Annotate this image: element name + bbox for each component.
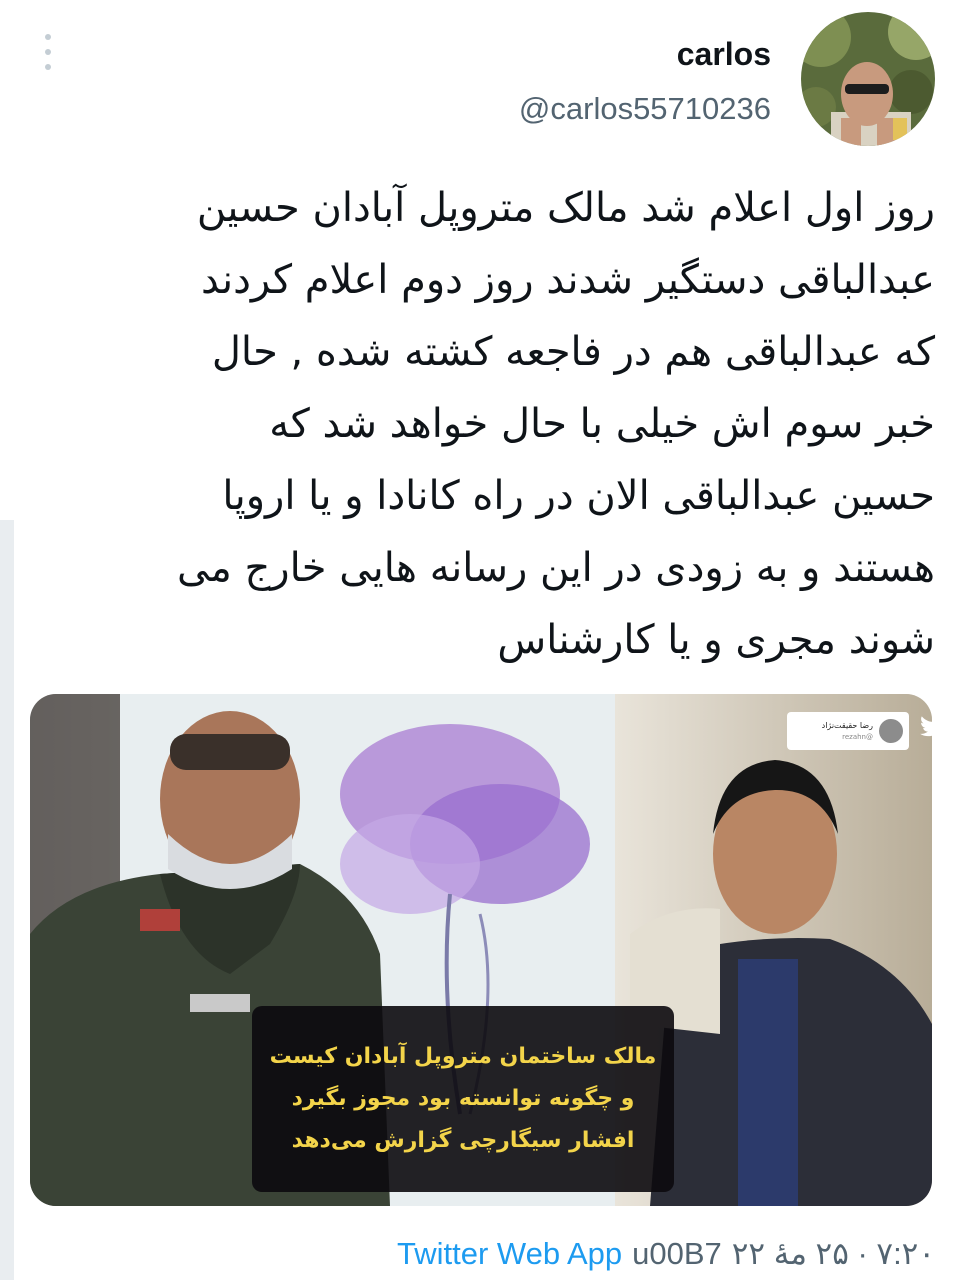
scroll-edge xyxy=(0,520,14,1280)
caption-line: افشار سیگارچی گزارش می‌دهد xyxy=(291,1128,635,1153)
news-caption: مالک ساختمان متروپل آبادان کیست و چگونه … xyxy=(252,1006,674,1192)
caption-line: مالک ساختمان متروپل آبادان کیست xyxy=(269,1044,657,1069)
meta-separator: u00B7 xyxy=(632,1236,722,1271)
source-link[interactable]: Twitter Web App xyxy=(397,1232,622,1276)
tweet-meta: Twitter Web App u00B7 ۷:۲۰ · ۲۵ مهٔ ۲۲ xyxy=(397,1232,935,1276)
embedded-avatar xyxy=(879,719,903,743)
twitter-bird-icon xyxy=(920,715,946,737)
embedded-handle: @rezahn xyxy=(842,733,873,741)
dot xyxy=(45,64,51,70)
embedded-tweet-card: رضا حقیقت‌نژاد @rezahn xyxy=(787,712,909,750)
display-name[interactable]: carlos xyxy=(519,32,771,76)
dot xyxy=(45,49,51,55)
tweet-text: روز اول اعلام شد مالک متروپل آبادان حسین… xyxy=(177,185,935,663)
dot xyxy=(45,34,51,40)
avatar[interactable] xyxy=(801,12,935,146)
user-handle[interactable]: @carlos55710236 xyxy=(519,86,771,132)
user-info: carlos @carlos55710236 xyxy=(519,32,771,132)
embedded-name: رضا حقیقت‌نژاد xyxy=(821,721,873,730)
more-options-icon[interactable] xyxy=(38,34,58,70)
avatar-image xyxy=(801,12,935,146)
timestamp[interactable]: ۷:۲۰ · ۲۵ مهٔ ۲۲ xyxy=(732,1232,935,1276)
caption-line: و چگونه توانسته بود مجوز بگیرد xyxy=(291,1086,635,1111)
